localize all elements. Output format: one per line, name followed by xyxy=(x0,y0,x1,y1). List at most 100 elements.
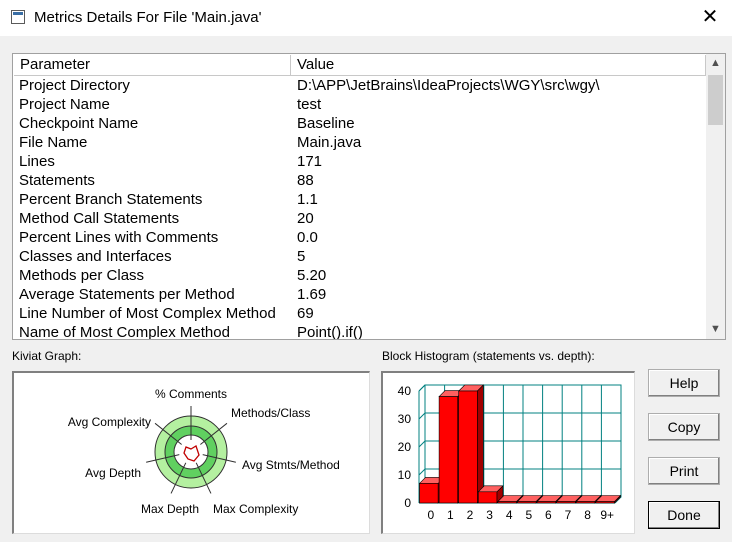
histogram-x-tick-label: 9+ xyxy=(600,508,614,522)
histogram-bar xyxy=(595,501,615,504)
histogram-bar xyxy=(576,501,596,504)
kiviat-graph-panel: % Comments Methods/Class Avg Stmts/Metho… xyxy=(12,371,370,534)
table-row[interactable]: Statements 88 xyxy=(14,171,706,190)
value-cell: 1.69 xyxy=(297,286,327,303)
histogram-x-tick-label: 0 xyxy=(427,508,434,522)
kiviat-label-max-depth: Max Depth xyxy=(141,502,199,516)
help-button[interactable]: Help xyxy=(648,369,720,397)
histogram-x-tick-label: 6 xyxy=(545,508,552,522)
parameter-cell: Statements xyxy=(19,172,95,189)
histogram-bar xyxy=(497,501,517,504)
parameter-cell: Checkpoint Name xyxy=(19,115,139,132)
value-cell: Main.java xyxy=(297,134,362,151)
kiviat-label-avg-stmts: Avg Stmts/Method xyxy=(242,458,340,472)
kiviat-label-comments: % Comments xyxy=(155,387,227,401)
title-bar: Metrics Details For File 'Main.java' ✕ xyxy=(0,0,732,36)
kiviat-label-avg-complexity: Avg Complexity xyxy=(68,415,151,429)
table-row[interactable]: Average Statements per Method 1.69 xyxy=(14,285,706,304)
histogram-y-tick-label: 10 xyxy=(398,468,412,482)
parameter-cell: Average Statements per Method xyxy=(19,286,235,303)
kiviat-label-max-complexity: Max Complexity xyxy=(213,502,298,516)
parameter-cell: Project Name xyxy=(19,96,110,113)
histogram-x-tick-label: 5 xyxy=(525,508,532,522)
value-cell: 0.0 xyxy=(297,229,318,246)
value-cell: 1.1 xyxy=(297,191,318,208)
histogram-bar xyxy=(478,491,498,504)
copy-button[interactable]: Copy xyxy=(648,413,720,441)
table-body: Project Directory D:\APP\JetBrains\IdeaPr… xyxy=(14,76,706,340)
histogram-x-tick-label: 1 xyxy=(447,508,454,522)
kiviat-label-methods-class: Methods/Class xyxy=(231,406,310,420)
parameter-cell: Percent Branch Statements xyxy=(19,191,203,208)
value-cell: Baseline xyxy=(297,115,355,132)
table-row[interactable]: Classes and Interfaces 5 xyxy=(14,247,706,266)
histogram-y-tick-label: 30 xyxy=(398,412,412,426)
table-row[interactable]: Lines 171 xyxy=(14,152,706,171)
scroll-up-icon[interactable]: ▲ xyxy=(706,54,725,73)
value-cell: 69 xyxy=(297,305,314,322)
table-row[interactable]: File Name Main.java xyxy=(14,133,706,152)
table-row[interactable]: Checkpoint Name Baseline xyxy=(14,114,706,133)
histogram-bar xyxy=(438,396,458,504)
histogram-bar-side xyxy=(477,384,484,504)
parameter-cell: Line Number of Most Complex Method xyxy=(19,305,276,322)
scroll-down-icon[interactable]: ▼ xyxy=(706,320,725,339)
table-row[interactable]: Line Number of Most Complex Method 69 xyxy=(14,304,706,323)
table-row[interactable]: Method Call Statements 20 xyxy=(14,209,706,228)
parameter-cell: Method Call Statements xyxy=(19,210,180,227)
histogram-bar xyxy=(458,390,478,504)
table-row[interactable]: Name of Most Complex Method Point().if() xyxy=(14,323,706,340)
histogram-bar xyxy=(556,501,576,504)
kiviat-graph: % Comments Methods/Class Avg Stmts/Metho… xyxy=(68,387,340,516)
table-row[interactable]: Percent Branch Statements 1.1 xyxy=(14,190,706,209)
parameter-cell: File Name xyxy=(19,134,88,151)
kiviat-graph-label: Kiviat Graph: xyxy=(12,349,82,363)
histogram-gridline-side xyxy=(418,468,426,476)
histogram-gridline-side xyxy=(418,440,426,448)
histogram-panel: 0 10 20 30 40 0 1 2 3 4 5 6 7 8 9+ xyxy=(381,371,635,534)
histogram-bar xyxy=(517,501,537,504)
histogram-y-tick-label: 0 xyxy=(404,496,411,510)
table-row[interactable]: Project Directory D:\APP\JetBrains\IdeaPr… xyxy=(14,76,706,95)
table-row[interactable]: Project Name test xyxy=(14,95,706,114)
scroll-thumb[interactable] xyxy=(708,75,723,125)
close-icon[interactable]: ✕ xyxy=(700,6,720,28)
window-title: Metrics Details For File 'Main.java' xyxy=(34,9,262,26)
value-cell: 5.20 xyxy=(297,267,327,284)
histogram-left-wall-top xyxy=(418,384,426,392)
histogram-x-tick-label: 4 xyxy=(506,508,513,522)
histogram-bar xyxy=(419,483,439,504)
value-cell: 88 xyxy=(297,172,314,189)
histogram-x-tick-label: 2 xyxy=(467,508,474,522)
value-cell: 20 xyxy=(297,210,314,227)
histogram-bar xyxy=(536,501,557,504)
histogram-x-tick-label: 7 xyxy=(565,508,572,522)
histogram-x-tick-label: 3 xyxy=(486,508,493,522)
table-row[interactable]: Methods per Class 5.20 xyxy=(14,266,706,285)
column-header-value[interactable]: Value xyxy=(291,55,706,75)
done-button[interactable]: Done xyxy=(648,501,720,529)
table-row[interactable]: Percent Lines with Comments 0.0 xyxy=(14,228,706,247)
parameter-cell: Methods per Class xyxy=(19,267,145,284)
value-cell: 5 xyxy=(297,248,306,265)
value-cell: test xyxy=(297,96,322,113)
parameter-cell: Classes and Interfaces xyxy=(19,248,172,265)
metrics-table: Parameter Value Project Directory D:\APP\… xyxy=(12,53,726,340)
table-header: Parameter Value xyxy=(14,55,706,76)
histogram-label: Block Histogram (statements vs. depth): xyxy=(382,349,595,363)
block-histogram: 0102030400 1 2 3 4 5 6 7 8 9+ xyxy=(398,384,622,522)
vertical-scrollbar[interactable]: ▲ ▼ xyxy=(706,54,725,339)
histogram-x-tick-label: 8 xyxy=(584,508,591,522)
print-button[interactable]: Print xyxy=(648,457,720,485)
parameter-cell: Project Directory xyxy=(19,77,130,94)
parameter-cell: Lines xyxy=(19,153,55,170)
value-cell: D:\APP\JetBrains\IdeaProjects\WGY\src\wg… xyxy=(297,77,600,94)
column-header-parameter[interactable]: Parameter xyxy=(14,55,291,75)
parameter-cell: Name of Most Complex Method xyxy=(19,324,230,340)
parameter-cell: Percent Lines with Comments xyxy=(19,229,219,246)
window-app-icon xyxy=(11,10,25,24)
histogram-gridline-side xyxy=(418,412,426,420)
histogram-y-tick-label: 20 xyxy=(398,440,412,454)
value-cell: Point().if() xyxy=(297,324,363,340)
kiviat-inner-ring xyxy=(173,434,209,470)
